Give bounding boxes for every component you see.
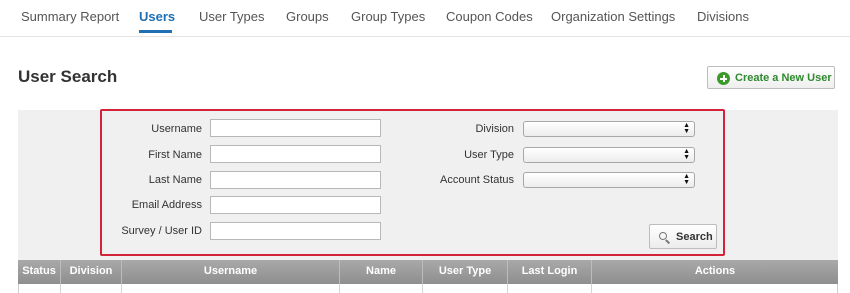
column-divider [507,284,508,293]
column-header-last-login[interactable]: Last Login [507,260,591,284]
plus-circle-icon [717,72,730,85]
tab-group-types[interactable]: Group Types [351,9,425,24]
column-header-actions[interactable]: Actions [591,260,838,284]
tab-coupon-codes[interactable]: Coupon Codes [446,9,533,24]
column-header-username[interactable]: Username [121,260,339,284]
column-divider [591,284,592,293]
tab-groups[interactable]: Groups [286,9,329,24]
tab-divisions[interactable]: Divisions [697,9,749,24]
page-title: User Search [18,67,118,86]
search-form-highlight [100,109,725,256]
column-divider [422,284,423,293]
create-new-user-label: Create a New User [735,72,832,84]
column-header-status[interactable]: Status [18,260,60,284]
tab-organization-settings[interactable]: Organization Settings [551,9,675,24]
tab-user-types[interactable]: User Types [199,9,265,24]
tab-summary-report[interactable]: Summary Report [21,9,119,24]
column-divider [339,284,340,293]
results-table-header: Status Division Username Name User Type … [18,260,838,284]
column-divider [60,284,61,293]
active-tab-indicator [139,30,172,33]
column-header-user-type[interactable]: User Type [422,260,507,284]
create-new-user-button[interactable]: Create a New User [707,66,835,89]
column-divider [121,284,122,293]
tab-users[interactable]: Users [139,9,175,24]
table-row [18,284,838,293]
column-header-name[interactable]: Name [339,260,422,284]
top-nav: Summary Report Users User Types Groups G… [0,0,850,37]
column-header-division[interactable]: Division [60,260,121,284]
